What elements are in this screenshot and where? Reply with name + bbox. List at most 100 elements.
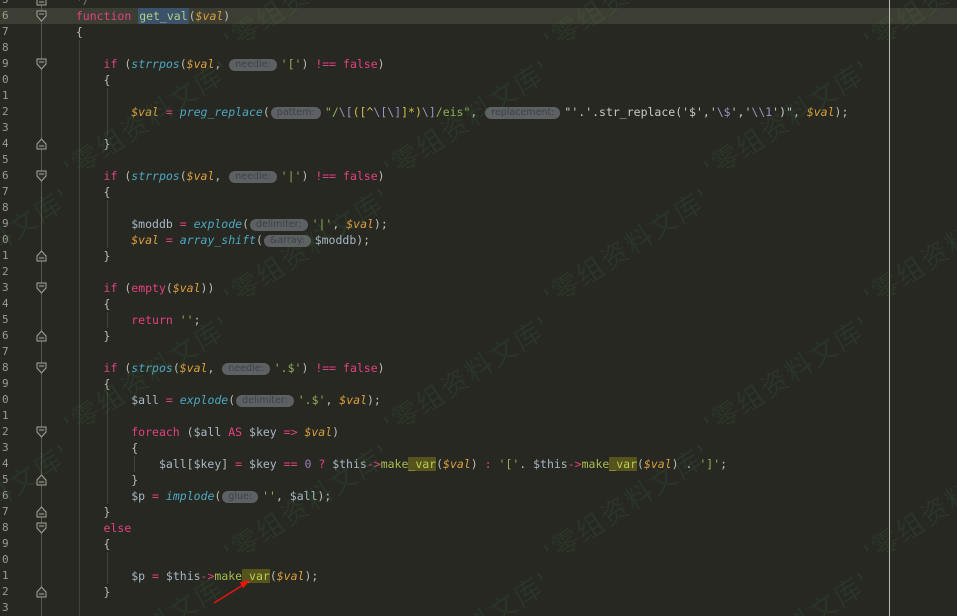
token-pn [336, 169, 343, 183]
code-line[interactable]: } [62, 584, 111, 600]
token-pn: ) [377, 169, 385, 183]
line-number: 6 [2, 489, 9, 502]
line-number: 0 [2, 553, 9, 566]
token-kw: !== [315, 169, 337, 183]
token-pn: { [62, 297, 111, 311]
fold-marker-up[interactable] [36, 0, 47, 6]
code-line[interactable]: { [62, 296, 111, 312]
line-number: 5 [2, 313, 9, 326]
token-kw: = [179, 217, 187, 231]
code-line[interactable]: return ''; [62, 312, 200, 328]
code-line[interactable]: function get_val($val) [62, 8, 230, 24]
fold-marker-up[interactable] [36, 330, 47, 342]
code-line[interactable]: $p = $this->make_var($val); [62, 568, 318, 584]
code-line[interactable]: } [62, 136, 111, 152]
token-str: "/ [324, 105, 339, 119]
token-mth-hl: _var [242, 569, 270, 583]
token-str: '' [179, 313, 194, 327]
token-kw: = [165, 105, 173, 119]
token-pn: ) [301, 57, 316, 71]
token-par: $val [186, 169, 215, 183]
line-number: 6 [2, 9, 9, 22]
token-fn: strrpos [131, 57, 180, 71]
token-var: $this [165, 569, 201, 583]
fold-marker-up[interactable] [36, 474, 47, 486]
code-line[interactable]: if (strpos($val, needle: '.$') !== false) [62, 360, 385, 376]
code-line[interactable]: foreach ($all AS $key => $val) [62, 424, 339, 440]
token-kw: foreach [131, 425, 180, 439]
code-line[interactable]: $all[$key] = $key == 0 ? $this->make_var… [62, 456, 727, 472]
token-kw: == [283, 457, 298, 471]
fold-marker-down[interactable] [36, 10, 47, 22]
code-line[interactable]: $val = array_shift(&array: $moddb); [62, 232, 370, 248]
token-pn: , [332, 217, 347, 231]
token-pn: ) [332, 425, 340, 439]
code-line[interactable]: */ [62, 0, 90, 8]
inlay-hint: needle: [222, 363, 270, 375]
inlay-hint: &array: [263, 235, 311, 247]
token-pn: , [470, 105, 485, 119]
inlay-hint: delimiter: [236, 395, 294, 407]
token-kw: if [103, 361, 118, 375]
token-wstr: ',' [730, 105, 752, 119]
token-pn: } [62, 137, 111, 151]
fold-marker-down[interactable] [36, 522, 47, 534]
token-pn [277, 425, 284, 439]
watermark-text: '零组资料文库' [375, 561, 558, 616]
token-kw: if [103, 281, 118, 295]
token-pn: , [214, 169, 229, 183]
token-str: '[' [280, 57, 302, 71]
code-line[interactable]: } [62, 504, 111, 520]
code-line[interactable]: { [62, 376, 111, 392]
token-pn: } [62, 249, 111, 263]
token-pn [62, 361, 104, 375]
token-pn: , [214, 57, 229, 71]
code-line[interactable]: $p = implode(glue: '', $all); [62, 488, 331, 504]
code-line[interactable]: { [62, 72, 111, 88]
code-line[interactable]: if (empty($val)) [62, 280, 215, 296]
token-pn [277, 457, 284, 471]
token-var: $moddb [131, 217, 173, 231]
code-line[interactable]: $moddb = explode(delimiter: '|', $val); [62, 216, 388, 232]
fold-marker-down[interactable] [36, 282, 47, 294]
line-number: 4 [2, 137, 9, 150]
token-fn: strrpos [131, 169, 180, 183]
token-pn [159, 233, 166, 247]
fold-marker-down[interactable] [36, 58, 47, 70]
token-kw: => [283, 425, 298, 439]
token-pn [173, 313, 180, 327]
code-line[interactable]: if (strrpos($val, needle: '[') !== false) [62, 56, 385, 72]
fold-marker-down[interactable] [36, 170, 47, 182]
token-fn: preg_replace [179, 105, 263, 119]
code-line[interactable]: } [62, 248, 111, 264]
code-line[interactable]: { [62, 440, 138, 456]
token-mth: make [380, 457, 409, 471]
code-line[interactable]: } [62, 472, 138, 488]
code-editor[interactable]: 567890123456789012345678901234567890123 … [0, 0, 957, 616]
fold-marker-up[interactable] [36, 506, 47, 518]
token-mth: make [214, 569, 243, 583]
fold-marker-up[interactable] [36, 138, 47, 150]
token-str: /eis" [435, 105, 471, 119]
fold-marker-up[interactable] [36, 586, 47, 598]
code-line[interactable]: } [62, 328, 111, 344]
line-number: 8 [2, 41, 9, 54]
code-line[interactable]: { [62, 536, 111, 552]
code-line[interactable]: { [62, 184, 111, 200]
code-line[interactable]: $val = preg_replace(pattern: "/\[([^\[\]]… [62, 104, 848, 120]
code-line[interactable]: if (strrpos($val, needle: '|') !== false) [62, 168, 385, 184]
code-line[interactable]: { [62, 24, 83, 40]
token-pn: . [519, 457, 534, 471]
fold-marker-down[interactable] [36, 362, 47, 374]
token-esc: \[ [338, 105, 353, 119]
code-line[interactable]: $all = explode(delimiter: '.$', $val); [62, 392, 381, 408]
code-line[interactable]: else [62, 520, 132, 536]
fold-marker-down[interactable] [36, 426, 47, 438]
token-kw: !== [315, 361, 337, 375]
token-var: $key [249, 425, 277, 439]
token-kw: false [343, 169, 378, 183]
fold-marker-up[interactable] [36, 250, 47, 262]
watermark-text: '零组资料文库' [858, 438, 957, 570]
token-pn [336, 361, 343, 375]
token-var: $all [131, 393, 159, 407]
